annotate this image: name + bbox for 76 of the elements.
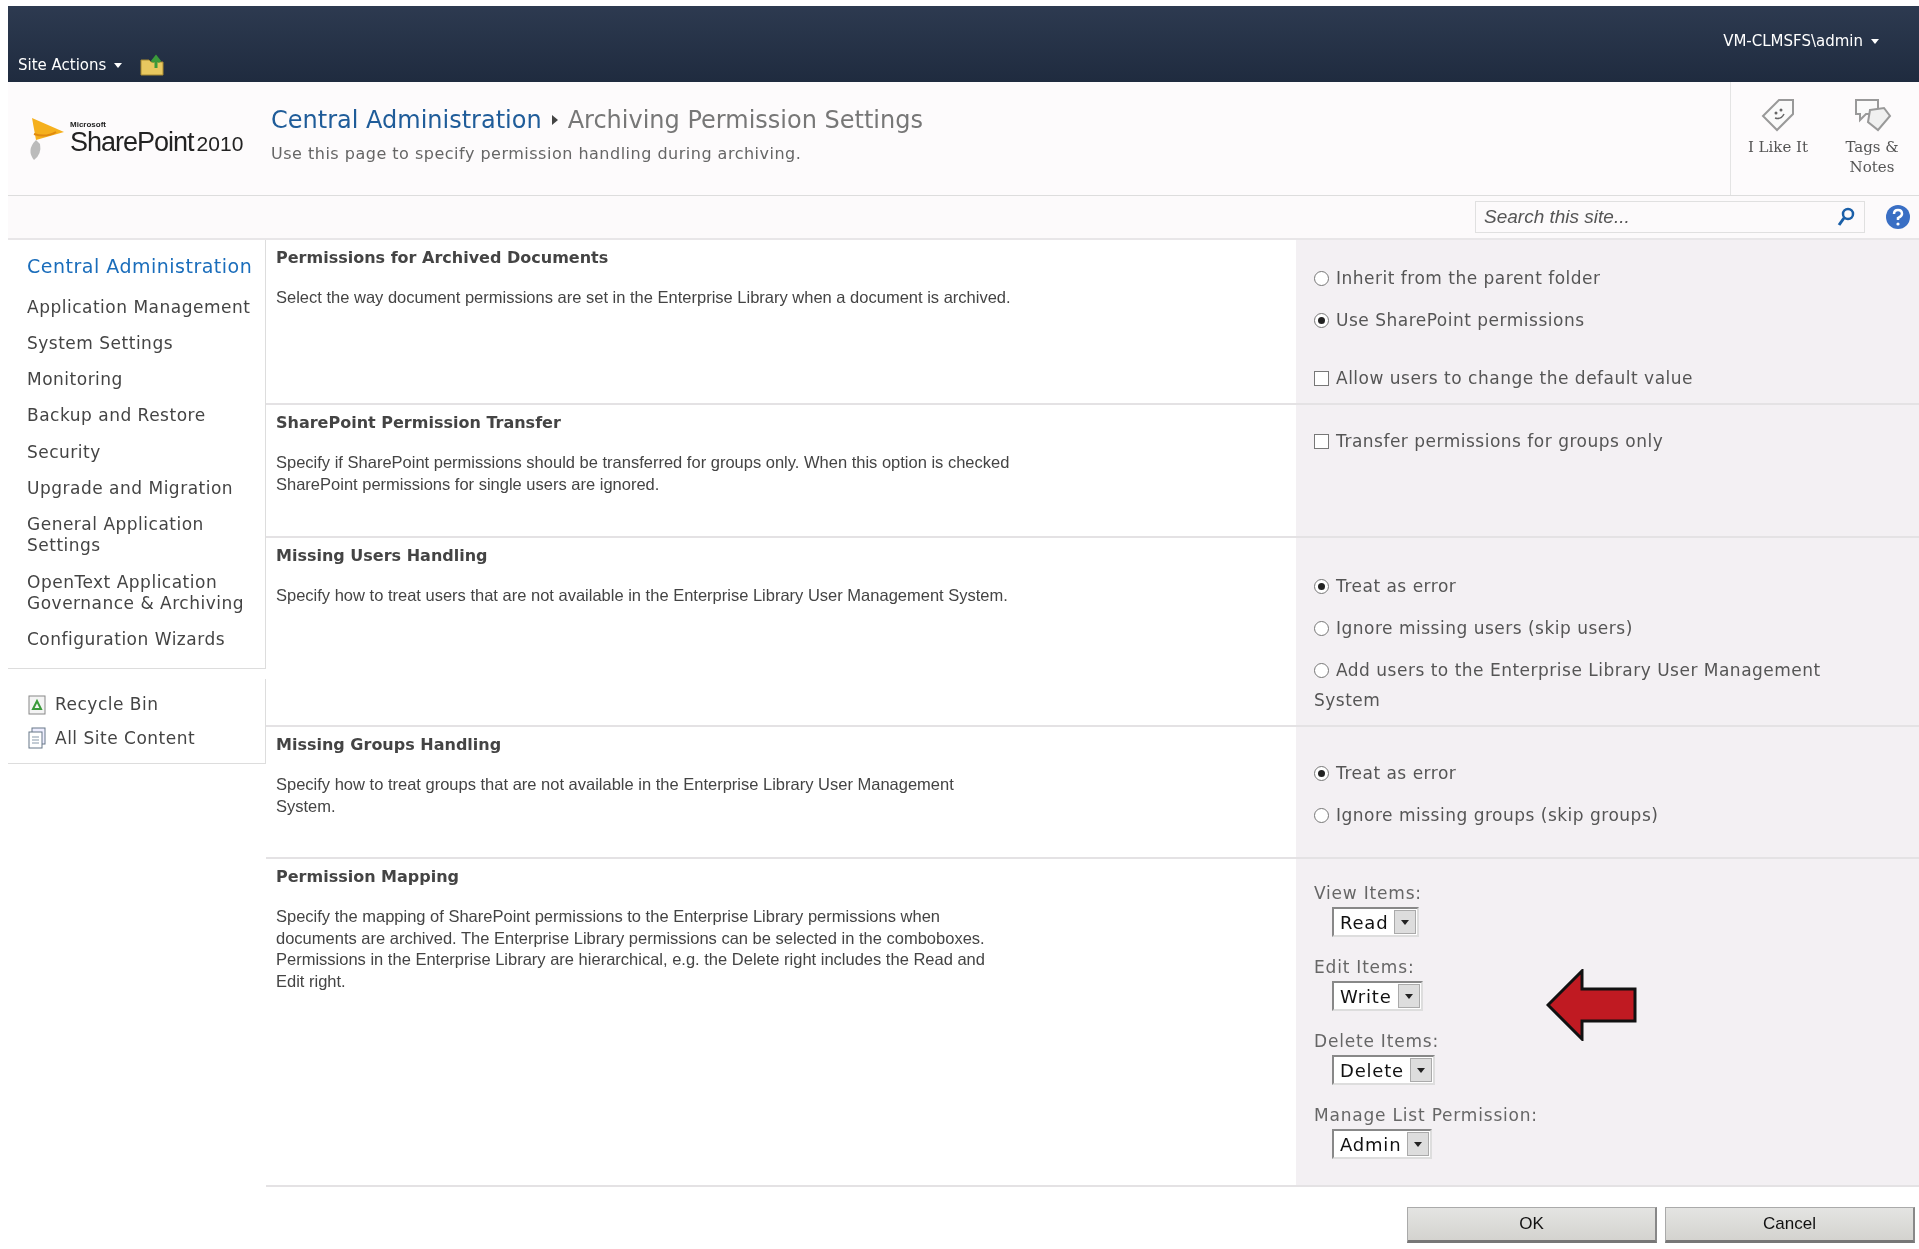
caret-icon [1401, 919, 1410, 925]
chevron-right-icon [551, 115, 558, 125]
user-menu[interactable]: VM-CLMSFS\admin [1723, 32, 1879, 50]
radio-option[interactable]: Treat as error [1314, 759, 1854, 789]
radio-button[interactable] [1314, 766, 1329, 782]
breadcrumb-link[interactable]: Central Administration [271, 106, 542, 134]
caret-icon [1414, 1141, 1423, 1147]
section-title: SharePoint Permission Transfer [276, 413, 562, 433]
caret-icon [1416, 1067, 1425, 1073]
radio-button[interactable] [1314, 312, 1329, 328]
search-field[interactable]: Search this site... [1475, 201, 1865, 233]
cancel-button[interactable]: Cancel [1665, 1207, 1915, 1244]
nav-link[interactable]: Recycle Bin [27, 693, 265, 716]
tag-smiley-icon [1759, 96, 1797, 132]
section-title: Missing Users Handling [276, 546, 489, 566]
nav-link[interactable]: OpenText Application Governance & Archiving [27, 571, 265, 615]
ok-button[interactable]: OK [1407, 1207, 1657, 1244]
field-label: Delete Items: [1314, 1031, 1440, 1052]
nav-link[interactable]: All Site Content [27, 727, 265, 750]
recycle-bin-icon [27, 693, 47, 716]
arrow-icon [1546, 969, 1638, 1042]
radio-option[interactable]: Treat as error [1314, 572, 1854, 602]
nav-heading-link[interactable]: Central Administration [27, 254, 265, 280]
permission-dropdown[interactable]: Admin [1332, 1129, 1433, 1160]
permission-dropdown[interactable]: Read [1332, 907, 1420, 938]
logo-version-text: 2010 [196, 133, 244, 154]
nav-link[interactable]: Monitoring [27, 369, 265, 391]
section-title: Permission Mapping [276, 867, 461, 887]
radio-option[interactable]: Add users to the Enterprise Library User Management System [1314, 655, 1854, 716]
radio-button[interactable] [1314, 621, 1329, 636]
page-title: Archiving Permission Settings [567, 106, 923, 134]
page-description: Use this page to specify permission handling during archiving. [271, 144, 803, 163]
logo-maker-text: Microsoft [70, 121, 107, 129]
section-title: Missing Groups Handling [276, 735, 503, 755]
documents-icon [27, 727, 47, 750]
section-description: Specify how to treat users that are not available in the Enterprise Library User Management System. [276, 585, 1009, 607]
caret-icon [1871, 38, 1879, 44]
logo-product-text: SharePoint [70, 129, 194, 156]
section-description: Specify the mapping of SharePoint permissions to the Enterprise Library permissions when documents are archived. The Enterprise Library permissions can be selected in the comboboxes. Permissions in the Enterprise Library are hierarchical, e.g. the Delete right includes the Read and Edit right. [276, 906, 986, 992]
nav-link[interactable]: Backup and Restore [27, 405, 265, 427]
nav-link[interactable]: General Application Settings [27, 514, 265, 557]
section-description: Specify how to treat groups that are not available in the Enterprise Library User Management System. [276, 774, 955, 817]
checkbox[interactable] [1314, 370, 1329, 386]
permission-dropdown[interactable]: Delete [1332, 1055, 1435, 1086]
field-label: View Items: [1314, 883, 1423, 904]
like-button[interactable]: I Like It [1731, 82, 1825, 195]
radio-button[interactable] [1314, 271, 1329, 286]
section-title: Permissions for Archived Documents [276, 248, 610, 267]
tags-notes-button[interactable]: Tags & Notes [1825, 82, 1919, 195]
radio-option[interactable]: Ignore missing users (skip users) [1314, 614, 1854, 644]
checkbox-option[interactable]: Transfer permissions for groups only [1314, 427, 1854, 457]
field-label: Manage List Permission: [1314, 1105, 1539, 1126]
nav-link[interactable]: Application Management [27, 296, 265, 318]
field-label: Edit Items: [1314, 957, 1416, 978]
checkbox-option[interactable]: Allow users to change the default value [1314, 363, 1854, 394]
radio-option[interactable]: Use SharePoint permissions [1314, 305, 1854, 336]
nav-link[interactable]: Configuration Wizards [27, 629, 265, 651]
radio-button[interactable] [1314, 662, 1329, 678]
caret-icon [1404, 993, 1413, 999]
radio-option[interactable]: Ignore missing groups (skip groups) [1314, 801, 1854, 831]
nav-link[interactable]: Security [27, 441, 265, 463]
search-icon[interactable] [1837, 207, 1855, 227]
section-description: Specify if SharePoint permissions should be transferred for groups only. When this option is checked SharePoint permissions for single users are ignored. [276, 452, 1011, 495]
speech-bubbles-icon [1852, 96, 1892, 132]
radio-button[interactable] [1314, 579, 1329, 595]
radio-option[interactable]: Inherit from the parent folder [1314, 264, 1854, 294]
radio-button[interactable] [1314, 808, 1329, 823]
nav-link[interactable]: Upgrade and Migration [27, 477, 265, 500]
section-description: Select the way document permissions are set in the Enterprise Library when a document is archived. [276, 287, 1012, 308]
caret-icon [114, 62, 123, 68]
nav-link[interactable]: System Settings [27, 332, 265, 355]
checkbox[interactable] [1314, 434, 1329, 450]
help-icon[interactable] [1885, 204, 1911, 230]
permission-dropdown[interactable]: Write [1332, 981, 1423, 1012]
folder-up-icon[interactable] [140, 54, 167, 76]
site-actions-menu[interactable]: Site Actions [18, 56, 123, 74]
